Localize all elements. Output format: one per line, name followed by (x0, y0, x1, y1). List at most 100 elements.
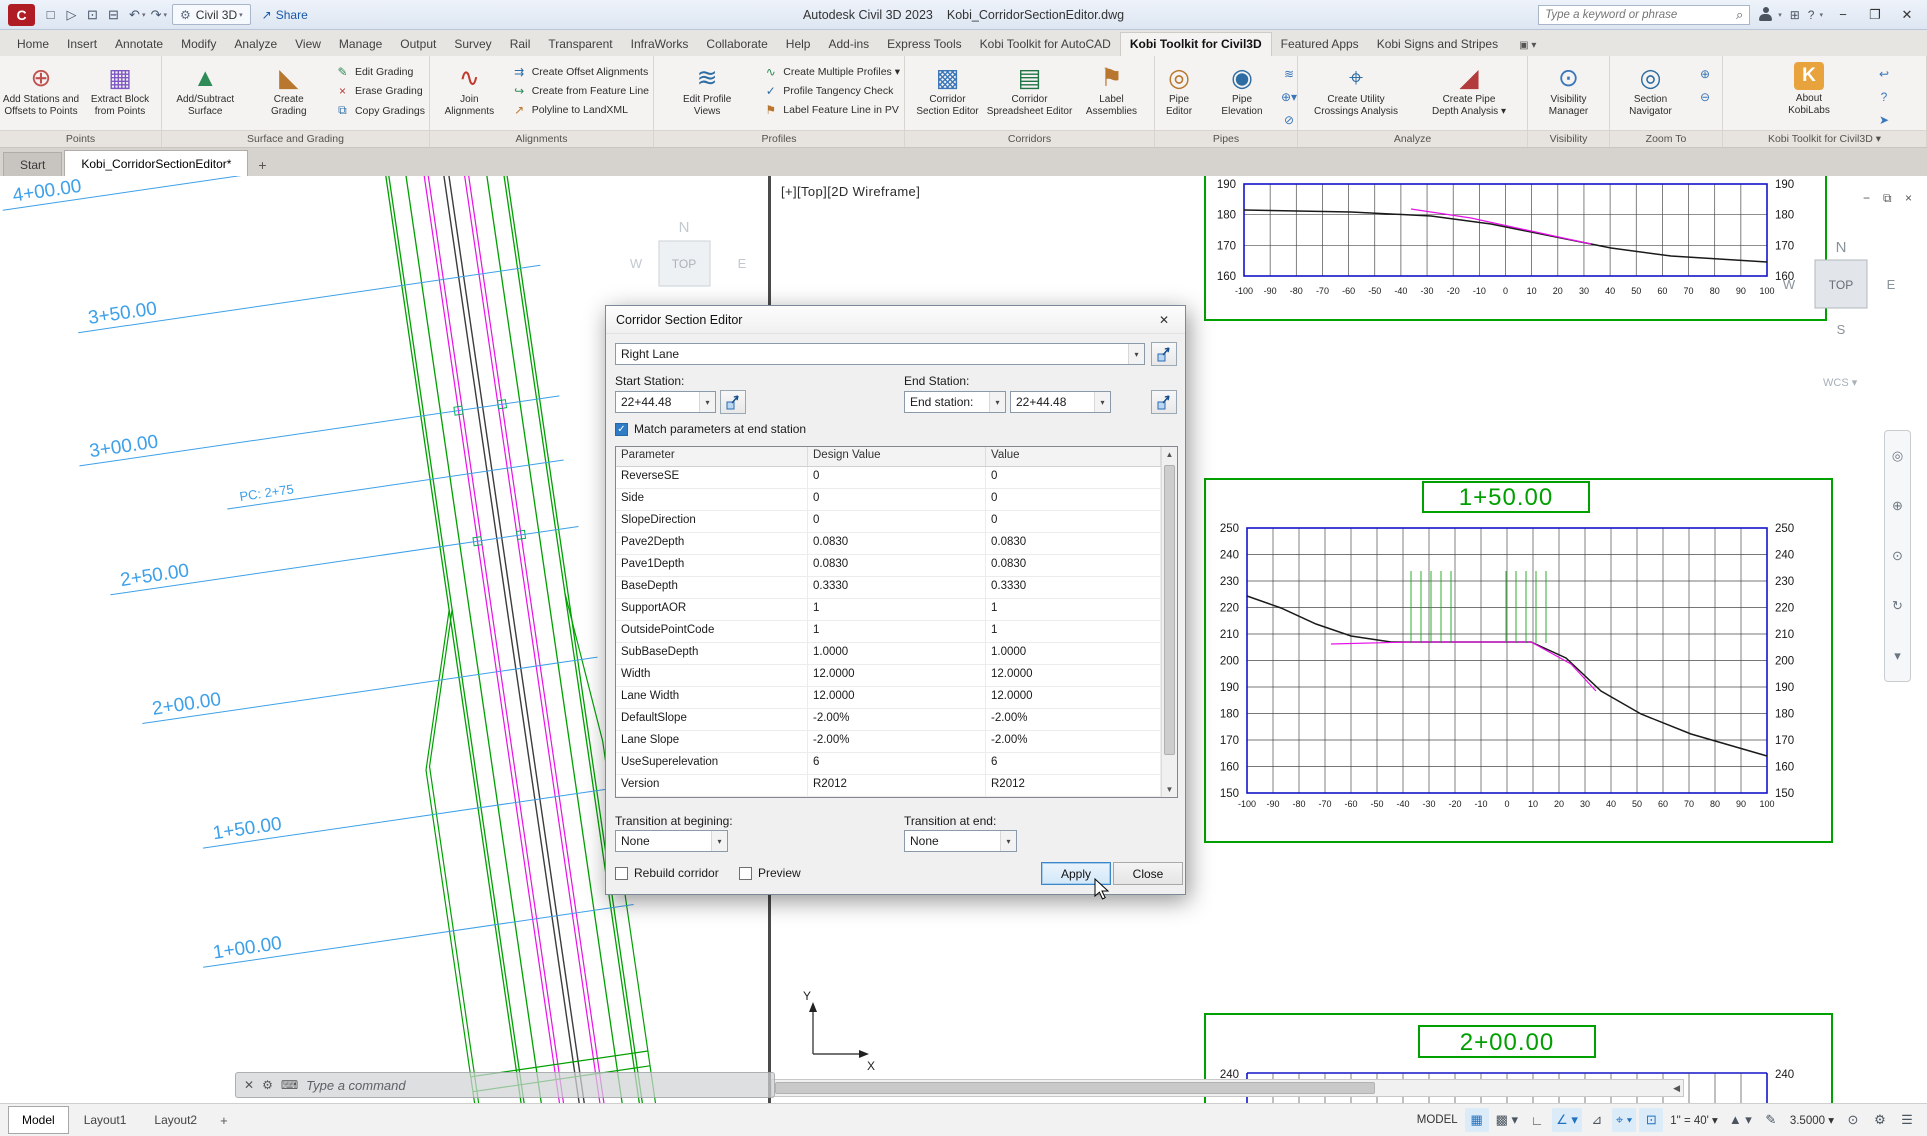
ribbon-tab-collaborate[interactable]: Collaborate (697, 33, 776, 56)
restore-button[interactable]: ❐ (1863, 4, 1887, 26)
cell-value[interactable]: 0 (986, 511, 1161, 532)
cell-design-value[interactable]: 6 (808, 753, 986, 774)
annotation-scale[interactable]: 1" = 40' ▾ (1666, 1108, 1722, 1132)
pipe-elevation-button[interactable]: ◉PipeElevation (1211, 58, 1273, 130)
kobi-back-tool-button[interactable]: ↩ (1872, 64, 1896, 84)
cell-value[interactable]: 0 (986, 489, 1161, 510)
ribbon-tab-kobi-toolkit-for-autocad[interactable]: Kobi Toolkit for AutoCAD (971, 33, 1120, 56)
cell-design-value[interactable]: 0.0830 (808, 533, 986, 554)
command-line[interactable]: ✕ ⚙ ⌨ Type a command (235, 1072, 775, 1098)
chevron-down-icon[interactable]: ▾ (1778, 11, 1782, 19)
table-scrollbar[interactable]: ▲ ▼ (1161, 447, 1177, 797)
ribbon-tab-help[interactable]: Help (777, 33, 820, 56)
create-offset-alignments-button[interactable]: ⇉Create Offset Alignments (512, 65, 649, 79)
close-icon[interactable]: ✕ (244, 1078, 254, 1092)
orbit-icon[interactable]: ↻ (1892, 598, 1903, 614)
ribbon-tab-rail[interactable]: Rail (501, 33, 540, 56)
viewport-close-icon[interactable]: × (1905, 191, 1912, 205)
save-icon[interactable]: ⊡ (82, 4, 103, 25)
about-kobilabs-button[interactable]: KAboutKobiLabs (1750, 58, 1868, 130)
scroll-down-icon[interactable]: ▼ (1162, 785, 1177, 794)
cell-value[interactable]: R2012 (986, 775, 1161, 796)
file-tab-active-drawing[interactable]: Kobi_CorridorSectionEditor* (64, 150, 248, 176)
ribbon-tab-kobi-signs-and-stripes[interactable]: Kobi Signs and Stripes (1368, 33, 1507, 56)
cell-design-value[interactable]: 0.0830 (808, 555, 986, 576)
wcs-menu[interactable]: WCS ▾ (1823, 377, 1858, 389)
edit-profile-views-button[interactable]: ≋Edit ProfileViews (656, 58, 758, 130)
cell-design-value[interactable]: 0 (808, 489, 986, 510)
cell-value[interactable]: 0.0830 (986, 555, 1161, 576)
ribbon-tab-output[interactable]: Output (391, 33, 445, 56)
cell-design-value[interactable]: 1 (808, 621, 986, 642)
label-feature-line-in-pv-button[interactable]: ⚑Label Feature Line in PV (763, 103, 900, 117)
ribbon-tab-transparent[interactable]: Transparent (539, 33, 621, 56)
snap-toggle[interactable]: ▩ ▾ (1492, 1108, 1522, 1132)
pipe-editor-button[interactable]: ◎PipeEditor (1155, 58, 1210, 130)
grid-toggle[interactable]: ▦ (1465, 1108, 1489, 1132)
osnap-toggle[interactable]: ⌖ ▾ (1612, 1108, 1636, 1132)
cell-value[interactable]: 1 (986, 621, 1161, 642)
viewport-restore-icon[interactable]: ⧉ (1883, 191, 1892, 205)
cell-value[interactable]: 12.0000 (986, 687, 1161, 708)
ribbon-tab-insert[interactable]: Insert (58, 33, 106, 56)
ribbon-tab-express-tools[interactable]: Express Tools (878, 33, 970, 56)
ribbon-tab-survey[interactable]: Survey (445, 33, 500, 56)
viewcube-south[interactable]: S (1837, 322, 1846, 337)
zoom-tool-2-button[interactable]: ⊖ (1693, 87, 1717, 107)
label-assemblies-button[interactable]: ⚑LabelAssemblies (1071, 58, 1152, 130)
column-header-parameter[interactable]: Parameter (616, 447, 808, 466)
cell-value[interactable]: -2.00% (986, 731, 1161, 752)
create-from-feature-line-button[interactable]: ↪Create from Feature Line (512, 84, 649, 98)
corridor-spreadsheet-editor-button[interactable]: ▤CorridorSpreadsheet Editor (989, 58, 1070, 130)
cell-design-value[interactable]: R2012 (808, 775, 986, 796)
customization-menu[interactable]: ☰ (1895, 1108, 1919, 1132)
close-button[interactable]: ✕ (1895, 4, 1919, 26)
end-station-select[interactable]: 22+44.48 ▾ (1010, 391, 1111, 413)
profile-tangency-check-button[interactable]: ✓Profile Tangency Check (763, 84, 900, 98)
cell-value[interactable]: 1.0000 (986, 643, 1161, 664)
start-station-select[interactable]: 22+44.48 ▾ (615, 391, 716, 413)
kobi-mail-tool-button[interactable]: ➤ (1872, 110, 1896, 130)
viewcube-east[interactable]: E (1887, 277, 1896, 292)
dialog-title[interactable]: Corridor Section Editor (606, 306, 1185, 334)
create-utility-crossings-analysis-button[interactable]: ⌖Create UtilityCrossings Analysis (1300, 58, 1412, 130)
cell-value[interactable]: 0.0830 (986, 533, 1161, 554)
lane-picker-button[interactable] (1151, 342, 1177, 366)
cell-value[interactable]: -2.00% (986, 709, 1161, 730)
cell-value[interactable]: 6 (986, 753, 1161, 774)
model-space-toggle[interactable]: MODEL (1413, 1108, 1462, 1132)
add-layout-button[interactable]: + (212, 1109, 236, 1132)
hardware-accel[interactable]: ⚙ (1868, 1108, 1892, 1132)
viewcube-west[interactable]: W (1783, 277, 1796, 292)
layout-tab-layout1[interactable]: Layout1 (71, 1107, 140, 1133)
isolate-objects[interactable]: ⊙ (1841, 1108, 1865, 1132)
ribbon-tab-annotate[interactable]: Annotate (106, 33, 172, 56)
ribbon-tab-infraworks[interactable]: InfraWorks (622, 33, 698, 56)
match-parameters-checkbox[interactable]: ✓ (615, 423, 628, 436)
create-multiple-profiles-button[interactable]: ∿Create Multiple Profiles ▾ (763, 65, 900, 79)
search-input[interactable] (1545, 9, 1732, 21)
horizontal-scrollbar[interactable]: ◀ (771, 1079, 1684, 1097)
zoom-icon[interactable]: ⊙ (1892, 548, 1903, 564)
zoom-tool-1-button[interactable]: ⊕ (1693, 64, 1717, 84)
start-station-picker-button[interactable] (720, 390, 746, 414)
add-subtract-surface-button[interactable]: ▲Add/SubtractSurface (164, 58, 246, 130)
user-account-icon[interactable] (1758, 7, 1773, 22)
search-box[interactable]: ⌕ (1538, 5, 1750, 25)
ribbon-tab-featured-apps[interactable]: Featured Apps (1272, 33, 1368, 56)
drawing-area[interactable]: 4+00.003+50.003+00.002+50.002+00.001+50.… (0, 176, 1927, 1103)
layout-tab-model[interactable]: Model (8, 1106, 69, 1134)
app-menu-button[interactable]: C (8, 4, 35, 26)
section-navigator-button[interactable]: ◎SectionNavigator (1612, 58, 1689, 130)
add-stations-offsets-button[interactable]: ⊕Add Stations andOffsets to Points (2, 58, 80, 130)
layout-tab-layout2[interactable]: Layout2 (141, 1107, 210, 1133)
scrollbar-thumb[interactable] (775, 1082, 1375, 1094)
cell-design-value[interactable]: 0 (808, 467, 986, 488)
customize-icon[interactable]: ⚙ (262, 1078, 273, 1092)
chevron-down-icon[interactable]: ▾ (1819, 11, 1823, 19)
cell-design-value[interactable]: 0.3330 (808, 577, 986, 598)
ortho-toggle[interactable]: ∟ (1525, 1108, 1549, 1132)
edit-grading-button[interactable]: ✎Edit Grading (335, 65, 425, 79)
ribbon-tab-kobi-toolkit-for-civil3d[interactable]: Kobi Toolkit for Civil3D (1120, 32, 1272, 56)
viewcube-north[interactable]: N (679, 219, 690, 236)
